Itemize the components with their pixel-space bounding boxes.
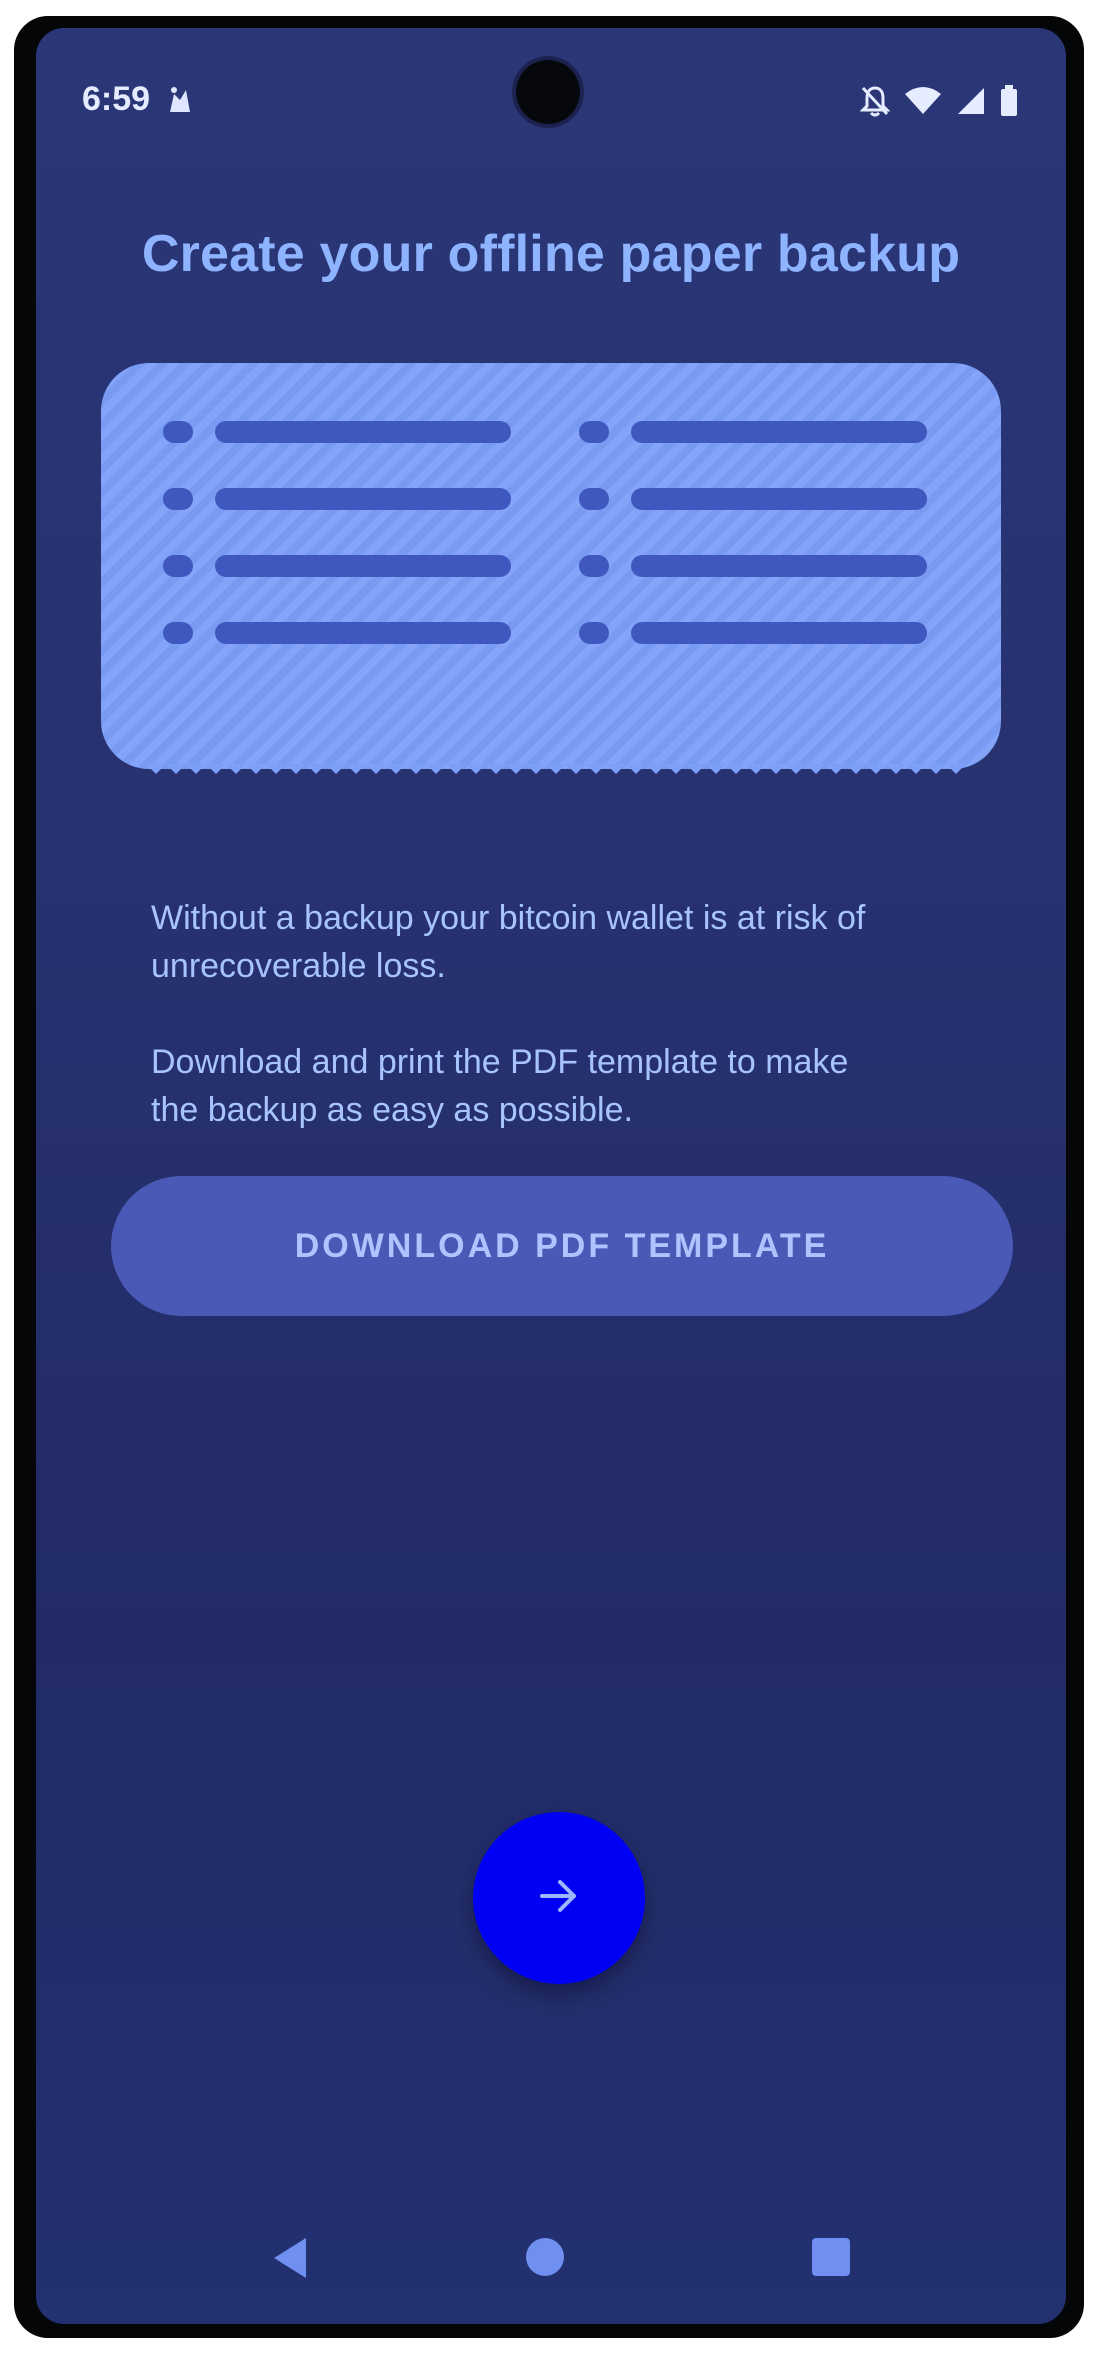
next-button[interactable] [473, 1812, 645, 1984]
phone-device: 6:59 Create your offline paper backup Wi… [14, 16, 1084, 2338]
wifi-icon [904, 86, 942, 116]
description-paragraph-1: Without a backup your bitcoin wallet is … [151, 899, 866, 985]
home-icon[interactable] [526, 2238, 564, 2276]
status-bar: 6:59 [36, 28, 1066, 138]
illustration-row [163, 421, 553, 443]
illustration-column-right [579, 421, 969, 689]
illustration-row [579, 555, 969, 577]
paper-backup-illustration [101, 363, 1001, 769]
illustration-row [579, 488, 969, 510]
status-icons [860, 84, 1018, 118]
battery-icon [1000, 85, 1018, 117]
status-time: 6:59 [82, 80, 151, 118]
paper-torn-edge [146, 764, 966, 774]
illustration-row [579, 421, 969, 443]
bell-off-icon [860, 85, 890, 117]
navigation-bar [36, 2224, 1066, 2324]
cellular-signal-icon [956, 86, 986, 116]
description-paragraph-2: Download and print the PDF template to m… [151, 1043, 849, 1129]
app-screen: 6:59 Create your offline paper backup Wi… [36, 28, 1066, 2324]
android-notification-icon [164, 82, 198, 116]
download-pdf-template-button[interactable]: DOWNLOAD PDF TEMPLATE [111, 1176, 1013, 1316]
recents-icon[interactable] [812, 2238, 850, 2276]
illustration-column-left [163, 421, 553, 689]
illustration-row [163, 488, 553, 510]
page-title: Create your offline paper backup [141, 225, 961, 283]
illustration-row [163, 622, 553, 644]
back-icon[interactable] [270, 2236, 310, 2285]
front-camera [516, 60, 580, 124]
illustration-row [163, 555, 553, 577]
illustration-row [579, 622, 969, 644]
arrow-right-icon [536, 1873, 582, 1924]
